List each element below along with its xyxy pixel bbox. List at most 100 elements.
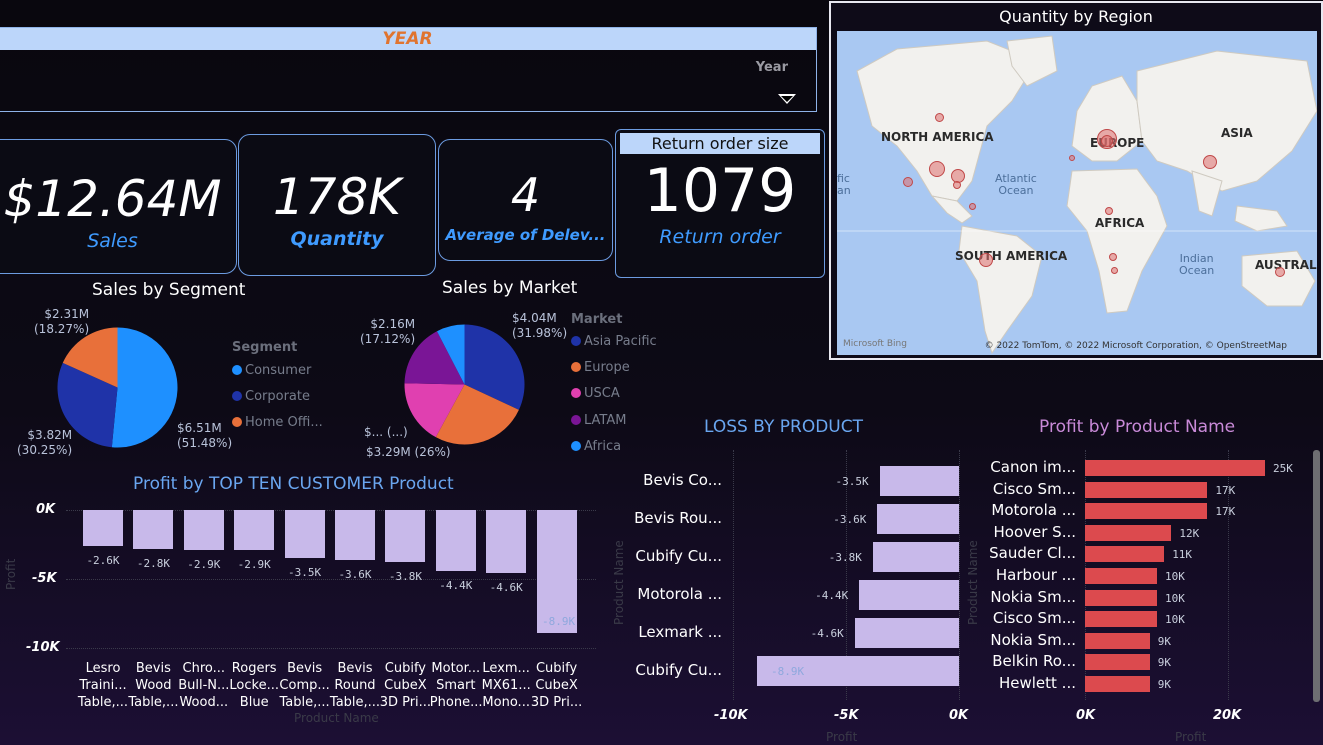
legend-item-europe[interactable]: Europe [571,360,630,375]
legend-item-asia-pacific[interactable]: Asia Pacific [571,334,657,349]
scrollbar[interactable] [1313,450,1320,702]
loss-bar[interactable] [859,580,959,610]
loss-category-label: Cubify Cu... [635,547,722,565]
tc-bar[interactable] [284,510,325,559]
top-customer-chart-title: Profit by TOP TEN CUSTOMER Product [133,474,454,494]
profit-category-label: Nokia Sm... [990,587,1076,606]
profit-category-label: Sauder Cl... [989,544,1076,563]
tc-value-label: -4.4K [439,578,473,592]
pie-slice-consumer[interactable] [111,327,178,448]
map-bubble[interactable] [935,113,944,122]
tc-bar[interactable] [335,510,375,560]
profit-bar[interactable] [1085,589,1157,606]
legend-item-latam[interactable]: LATAM [571,413,626,428]
loss-category-label: Bevis Rou... [634,509,722,527]
ocean-label-pacific: fic an [837,172,851,197]
profit-bar[interactable] [1085,676,1150,692]
loss-value-label: -8.9K [770,665,805,678]
profit-bar[interactable] [1085,654,1150,671]
tc-value-label: -3.5K [288,566,322,580]
tc-value-label: -2.9K [237,558,271,572]
kpi-sales-label: Sales [87,230,138,252]
loss-bar[interactable] [872,542,959,572]
legend-item-africa[interactable]: Africa [571,439,621,454]
profit-bar[interactable] [1085,481,1208,498]
tc-ylabel: Profit [4,558,18,590]
tc-bar[interactable] [133,510,174,549]
market-label-asia-pacific: $4.04M (31.98%) [512,311,568,340]
profit-bar[interactable] [1085,611,1157,628]
profit-bar[interactable] [1085,503,1208,520]
map-bubble[interactable] [1069,155,1075,161]
tc-bar[interactable] [183,510,224,551]
tc-bar[interactable] [435,510,476,571]
loss-bar[interactable] [756,656,959,686]
profit-bar[interactable] [1085,568,1157,584]
profit-category-label: Cisco Sm... [992,609,1076,628]
tc-bar[interactable] [234,510,275,551]
legend-item-corporate[interactable]: Corporate [232,389,310,404]
map-canvas[interactable]: NORTH AMERICA EUROPE ASIA AFRICA SOUTH A… [837,31,1317,355]
loss-category-label: Bevis Co... [643,471,722,489]
tc-xlabel: Product Name [294,711,379,725]
market-label-usca: $... (...) [364,425,408,439]
tc-category-label: Lesro Traini... Table,... [77,661,129,710]
tc-bar[interactable] [83,510,123,546]
profit-bar[interactable] [1085,460,1265,476]
year-slicer[interactable]: YEAR Year [0,27,817,112]
profit-value-label: 17K [1215,483,1236,497]
map-bubble[interactable] [969,203,976,210]
kpi-return-header: Return order size [620,133,820,154]
tc-category-label: Cubify CubeX 3D Pri... [379,661,432,710]
world-landmass [837,35,1317,355]
legend-item-consumer[interactable]: Consumer [232,363,311,378]
loss-xtick: 0K [949,708,969,723]
tc-ytick: -5K [32,571,57,586]
map-bubble[interactable] [953,181,961,189]
tc-bar[interactable] [385,510,426,563]
bing-logo: Microsoft Bing [843,339,907,349]
profit-chart-title: Profit by Product Name [1039,417,1236,437]
loss-gridline [846,450,847,700]
profit-bar[interactable] [1085,546,1165,563]
map-bubble[interactable] [903,177,913,187]
tc-category-label: Bevis Wood Table,... [128,661,179,710]
map-bubble[interactable] [1203,155,1217,169]
segment-pie[interactable] [55,325,180,450]
market-pie[interactable] [402,322,527,447]
map-bubble[interactable] [929,161,945,177]
tc-value-label: -3.8K [388,570,422,584]
map-bubble[interactable] [1105,207,1113,215]
segment-label-consumer: $6.51M (51.48%) [177,421,233,450]
loss-bar[interactable] [877,504,959,534]
profit-category-label: Harbour ... [995,566,1076,584]
chevron-down-icon[interactable] [778,94,796,104]
loss-ylabel: Product Name [612,540,626,625]
map-bubble[interactable] [979,253,993,267]
kpi-quantity-label: Quantity [290,228,384,250]
map-bubble[interactable] [1109,253,1117,261]
tc-category-label: Bevis Round Table,... [329,661,381,710]
tc-category-label: Lexm... MX61... Mono... [481,661,531,710]
map-bubble[interactable] [1111,267,1118,274]
quantity-by-region-map[interactable]: Quantity by Region NORTH AMERICA EUROPE … [829,1,1323,360]
profit-ylabel: Product Name [966,540,980,625]
region-label-asia: ASIA [1221,126,1253,140]
kpi-card-return: Return order size 1079 Return order [615,129,825,278]
profit-category-label: Motorola ... [991,501,1076,520]
profit-value-label: 17K [1215,505,1236,519]
tc-gridline [66,648,596,649]
loss-bar[interactable] [879,466,959,496]
tc-bar[interactable] [486,510,527,574]
kpi-delivery-label: Average of Delev... [445,226,606,244]
map-bubble[interactable] [1101,135,1113,147]
loss-bar[interactable] [854,618,959,648]
legend-item-home-office[interactable]: Home Offi... [232,415,323,430]
profit-value-label: 10K [1165,591,1185,605]
legend-item-usca[interactable]: USCA [571,386,620,401]
map-bubble[interactable] [1275,267,1285,277]
profit-bar[interactable] [1085,524,1172,541]
tc-bar[interactable] [536,510,577,633]
loss-gridline [959,450,960,700]
profit-bar[interactable] [1085,632,1150,649]
